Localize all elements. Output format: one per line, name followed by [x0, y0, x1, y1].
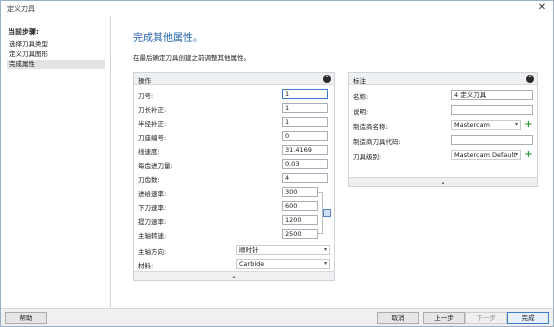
collapse-icon[interactable]: ⌃	[323, 75, 331, 83]
name-input[interactable]: 4 定义刀具	[451, 90, 533, 100]
retract-rate-label: 提刀速率:	[138, 218, 167, 226]
name-label: 名称:	[353, 93, 369, 101]
steps-sidebar: 当前步骤: 选择刀具类型 定义刀具图形 完成属性	[1, 16, 111, 308]
flute-count-input[interactable]: 4	[282, 173, 328, 183]
retract-rate-input[interactable]: 1200	[282, 215, 318, 225]
button-bar: 帮助 取消 上一步 下一步 完成	[1, 308, 553, 326]
tool-number-label: 刀号:	[138, 92, 154, 100]
flute-count-label: 刀齿数:	[138, 176, 160, 184]
feed-per-tooth-input[interactable]: 0.03	[282, 159, 328, 169]
dropdown-arrow-icon: ▾	[323, 260, 327, 267]
tool-number-input[interactable]: 1	[282, 89, 328, 99]
tool-grade-value: Mastercam Default	[454, 151, 516, 159]
radius-offset-label: 半径补正:	[138, 120, 167, 128]
main-content: 完成其他属性。 在最后确定刀具创建之前调整其他属性。 操作 ⌃ 刀号: 1 刀长…	[112, 16, 553, 308]
feed-rate-input[interactable]: 300	[282, 187, 318, 197]
help-button[interactable]: 帮助	[5, 312, 47, 324]
next-button[interactable]: 下一步	[465, 312, 507, 324]
current-steps-heading: 当前步骤:	[8, 28, 39, 36]
material-value: Carbide	[239, 260, 265, 268]
step-finish-properties[interactable]: 完成属性	[7, 60, 105, 69]
material-select[interactable]: Carbide ▾	[236, 259, 330, 269]
label-panel: 标注 ⌃ 名称: 4 定义刀具 说明: 制造商名称: Mastercam ▾ +…	[348, 72, 538, 187]
dropdown-arrow-icon: ▾	[514, 151, 518, 158]
holder-number-label: 刀座编号:	[138, 134, 167, 142]
surface-speed-label: 线速度:	[138, 148, 160, 156]
manufacturer-value: Mastercam	[454, 121, 490, 129]
label-panel-header: 标注 ⌃	[349, 73, 537, 85]
page-description: 在最后确定刀具创建之前调整其他属性。	[133, 54, 250, 62]
close-icon[interactable]: ✕	[536, 2, 548, 14]
label-panel-footer: ⌄	[349, 177, 537, 186]
add-manufacturer-icon[interactable]: +	[524, 120, 533, 130]
add-tool-grade-icon[interactable]: +	[524, 150, 533, 160]
surface-speed-input[interactable]: 31.4169	[282, 145, 328, 155]
define-tool-dialog: 定义刀具 ✕ 当前步骤: 选择刀具类型 定义刀具图形 完成属性 完成其他属性。 …	[0, 0, 554, 327]
calculator-icon[interactable]	[323, 209, 331, 217]
tool-grade-label: 刀具级别:	[353, 153, 382, 161]
dropdown-arrow-icon: ▾	[514, 121, 518, 128]
previous-button[interactable]: 上一步	[423, 312, 465, 324]
spindle-direction-label: 主轴方向:	[138, 248, 167, 256]
material-label: 材料:	[138, 262, 154, 270]
manufacturer-label: 制造商名称:	[353, 123, 388, 131]
window-title: 定义刀具	[7, 5, 35, 13]
feed-per-tooth-label: 每齿进刀量:	[138, 162, 173, 170]
holder-number-input[interactable]: 0	[282, 131, 328, 141]
finish-button[interactable]: 完成	[507, 312, 549, 324]
spindle-direction-select[interactable]: 顺时针 ▾	[236, 245, 330, 255]
spindle-direction-value: 顺时针	[239, 246, 259, 254]
manufacturer-select[interactable]: Mastercam ▾	[451, 120, 521, 130]
feed-rate-label: 进给速率:	[138, 190, 167, 198]
page-title: 完成其他属性。	[133, 33, 203, 44]
plunge-rate-input[interactable]: 600	[282, 201, 318, 211]
collapse-icon[interactable]: ⌃	[526, 75, 534, 83]
length-offset-input[interactable]: 1	[282, 103, 328, 113]
manufacturer-code-input[interactable]	[451, 135, 533, 145]
dropdown-arrow-icon: ▾	[323, 246, 327, 253]
label-panel-title: 标注	[353, 77, 366, 85]
expand-chevron-icon[interactable]: ⌄	[439, 179, 447, 186]
radius-offset-input[interactable]: 1	[282, 117, 328, 127]
expand-chevron-icon[interactable]: ⌄	[230, 273, 238, 280]
operation-panel-title: 操作	[138, 77, 151, 85]
cancel-button[interactable]: 取消	[377, 312, 419, 324]
operation-panel-footer: ⌄	[134, 271, 334, 280]
title-bar: 定义刀具 ✕	[1, 1, 553, 16]
manufacturer-code-label: 制造商刀具代码:	[353, 138, 401, 146]
tool-grade-select[interactable]: Mastercam Default ▾	[451, 150, 521, 160]
operation-panel: 操作 ⌃ 刀号: 1 刀长补正: 1 半径补正: 1 刀座编号: 0 线速度: …	[133, 72, 335, 281]
step-define-tool-geometry[interactable]: 定义刀具图形	[7, 50, 105, 59]
length-offset-label: 刀长补正:	[138, 106, 167, 114]
step-select-tool-type[interactable]: 选择刀具类型	[7, 40, 105, 49]
plunge-rate-label: 下刀速率:	[138, 204, 167, 212]
operation-panel-header: 操作 ⌃	[134, 73, 334, 85]
spindle-speed-label: 主轴转速:	[138, 232, 167, 240]
spindle-speed-input[interactable]: 2500	[282, 229, 318, 239]
note-label: 说明:	[353, 108, 369, 116]
note-input[interactable]	[451, 105, 533, 115]
